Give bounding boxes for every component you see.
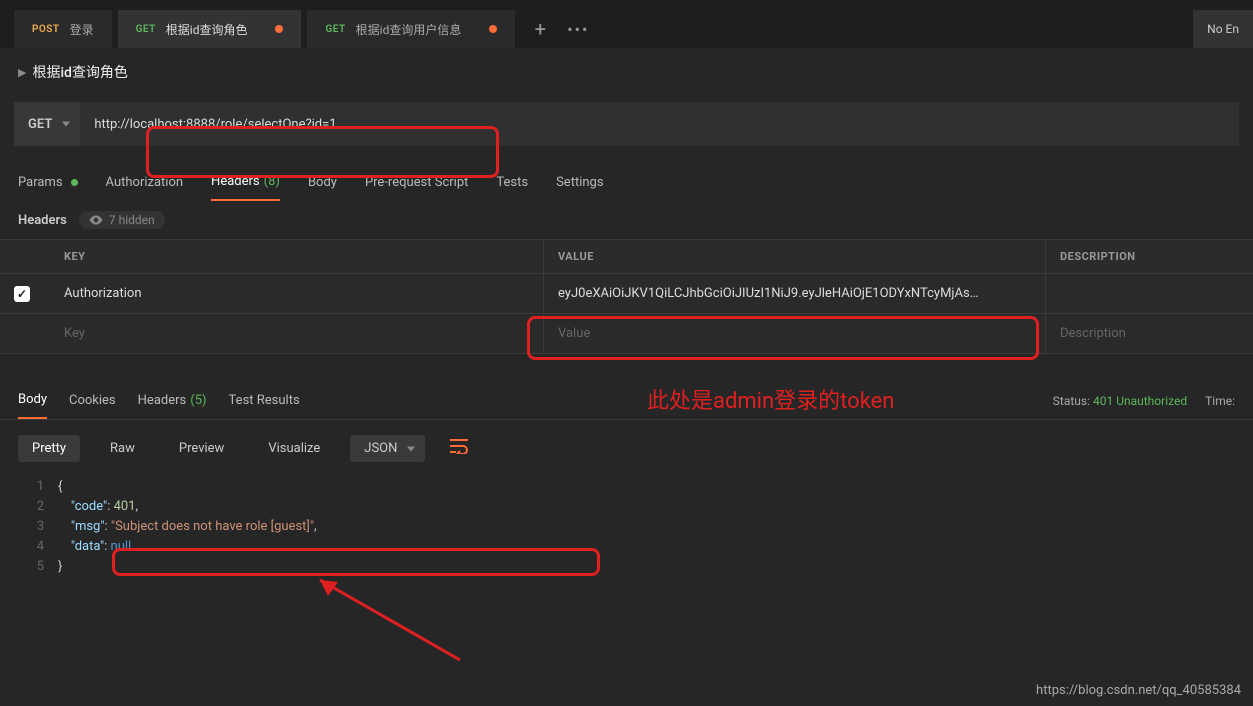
status-code: 401 Unauthorized — [1093, 394, 1187, 408]
unsaved-dot-icon — [489, 25, 497, 33]
th-checkbox — [0, 240, 50, 273]
breadcrumb: ▶ 根据id查询角色 — [0, 48, 1253, 96]
watermark: https://blog.csdn.net/qq_40585384 — [1036, 683, 1241, 698]
headers-table: KEY VALUE DESCRIPTION ✓ Authorization ey… — [0, 239, 1253, 354]
request-subtabs: Params Authorization Headers (8) Body Pr… — [0, 164, 1253, 201]
view-preview-button[interactable]: Preview — [165, 435, 238, 462]
table-row-new[interactable]: Key Value Description — [0, 314, 1253, 354]
line-number: 4 — [18, 537, 58, 557]
unsaved-dot-icon — [275, 25, 283, 33]
url-bar: GET — [14, 102, 1239, 146]
th-description: DESCRIPTION — [1046, 240, 1253, 273]
tab-tests[interactable]: Tests — [496, 165, 528, 200]
indicator-dot-icon — [71, 179, 78, 186]
response-body[interactable]: 1{ 2 "code": 401, 3 "msg": "Subject does… — [0, 477, 1253, 595]
tab-prerequest[interactable]: Pre-request Script — [365, 165, 468, 200]
tab-headers[interactable]: Headers (8) — [211, 164, 280, 201]
headers-label: Headers — [18, 213, 67, 228]
tab-params[interactable]: Params — [18, 165, 78, 200]
tab-label: 根据id查询角色 — [166, 21, 248, 38]
tab-select-user[interactable]: GET 根据id查询用户信息 — [307, 10, 515, 48]
resp-tab-cookies[interactable]: Cookies — [69, 383, 116, 418]
resp-tab-body[interactable]: Body — [18, 382, 47, 419]
wrap-lines-icon[interactable] — [441, 434, 477, 463]
resp-tab-headers[interactable]: Headers (5) — [138, 383, 207, 418]
header-key-cell[interactable]: Authorization — [50, 274, 544, 313]
url-input[interactable] — [94, 117, 1225, 132]
tab-overflow-button[interactable]: ••• — [559, 10, 597, 48]
checkbox-checked-icon[interactable]: ✓ — [14, 286, 30, 302]
line-number: 3 — [18, 517, 58, 537]
view-pretty-button[interactable]: Pretty — [18, 435, 80, 462]
breadcrumb-title: 根据id查询角色 — [32, 62, 127, 82]
tab-authorization[interactable]: Authorization — [106, 165, 184, 200]
tab-settings[interactable]: Settings — [556, 165, 603, 200]
th-key: KEY — [50, 240, 544, 273]
tab-label: 根据id查询用户信息 — [356, 21, 462, 38]
line-number: 2 — [18, 497, 58, 517]
method-select[interactable]: GET — [14, 102, 80, 146]
format-select[interactable]: JSON — [350, 435, 425, 462]
header-key-placeholder[interactable]: Key — [50, 314, 544, 353]
view-visualize-button[interactable]: Visualize — [254, 435, 334, 462]
environment-selector[interactable]: No En — [1193, 10, 1253, 48]
method-badge: GET — [325, 24, 345, 35]
row-checkbox-cell[interactable]: ✓ — [0, 274, 50, 313]
method-badge: POST — [32, 24, 60, 35]
table-header-row: KEY VALUE DESCRIPTION — [0, 240, 1253, 274]
wrap-icon-svg — [449, 438, 469, 454]
line-number: 5 — [18, 557, 58, 577]
header-desc-cell[interactable] — [1046, 274, 1253, 313]
response-toolbar: Pretty Raw Preview Visualize JSON — [0, 420, 1253, 477]
chevron-right-icon: ▶ — [18, 66, 26, 79]
tab-label: 登录 — [70, 21, 94, 38]
view-raw-button[interactable]: Raw — [96, 435, 149, 462]
tab-login[interactable]: POST 登录 — [14, 10, 112, 48]
table-row[interactable]: ✓ Authorization eyJ0eXAiOiJKV1QiLCJhbGci… — [0, 274, 1253, 314]
url-input-wrap — [80, 102, 1239, 146]
toggle-hidden-headers[interactable]: 7 hidden — [79, 211, 165, 229]
tab-select-role[interactable]: GET 根据id查询角色 — [118, 10, 302, 48]
headers-sub-bar: Headers 7 hidden — [0, 201, 1253, 239]
eye-icon — [89, 215, 103, 225]
header-desc-placeholder[interactable]: Description — [1046, 314, 1253, 353]
tab-body[interactable]: Body — [308, 165, 337, 200]
th-value: VALUE — [544, 240, 1046, 273]
header-value-placeholder[interactable]: Value — [544, 314, 1046, 353]
response-meta: Status: 401 Unauthorized Time: — [1053, 394, 1235, 408]
line-number: 1 — [18, 477, 58, 497]
method-badge: GET — [136, 24, 156, 35]
response-tabs: Body Cookies Headers (5) Test Results St… — [0, 382, 1253, 420]
row-checkbox-cell — [0, 314, 50, 353]
header-value-cell[interactable]: eyJ0eXAiOiJKV1QiLCJhbGciOiJIUzI1NiJ9.eyJ… — [544, 274, 1046, 313]
request-tabs-bar: POST 登录 GET 根据id查询角色 GET 根据id查询用户信息 + ••… — [0, 0, 1253, 48]
resp-tab-testresults[interactable]: Test Results — [229, 383, 300, 418]
new-tab-button[interactable]: + — [521, 10, 559, 48]
